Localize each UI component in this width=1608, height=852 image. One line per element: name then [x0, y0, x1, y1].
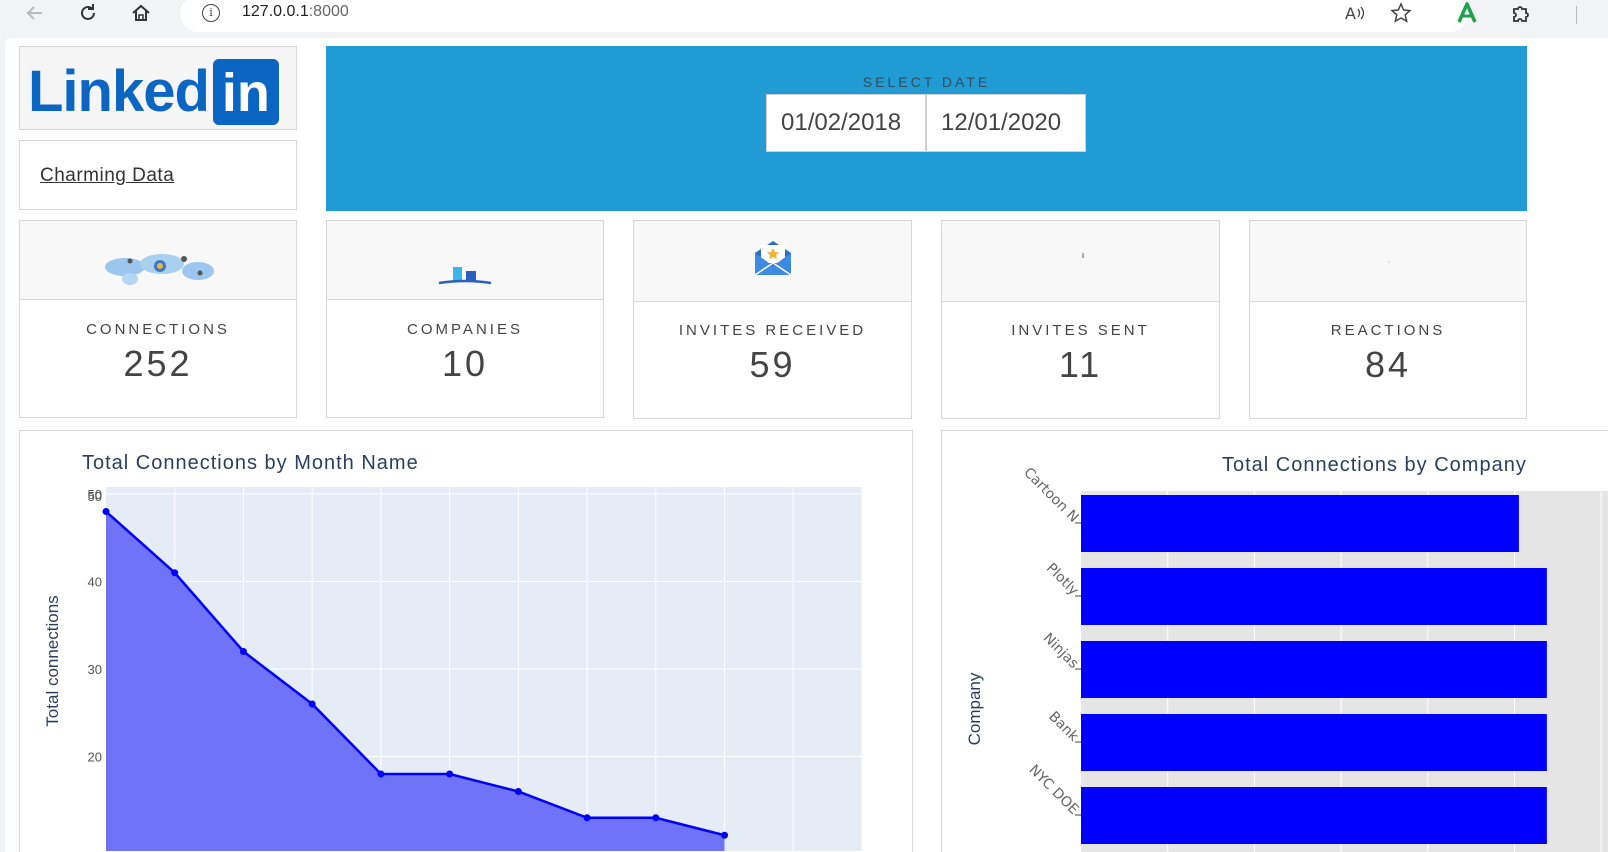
bar [1081, 714, 1547, 771]
kpi-value: 84 [1364, 344, 1412, 385]
extensions-puzzle-icon[interactable] [1506, 0, 1536, 26]
kpi-invites-received: INVITES RECEIVED 59 [633, 220, 912, 419]
envelope-star-icon [754, 241, 792, 276]
category-label: Ninjas [1040, 630, 1082, 672]
date-panel: SELECT DATE 01/02/2018 12/01/2020 [326, 46, 1527, 211]
kpi-label: COMPANIES [407, 321, 523, 338]
invite-sent-icon [1082, 253, 1084, 258]
category-label: NYC DOE [1026, 762, 1082, 818]
logo-card: Linked in [19, 46, 297, 130]
reactions-icon [1388, 261, 1390, 263]
y-tick-label: 50 [88, 489, 102, 504]
link-card: Charming Data [19, 140, 297, 210]
connections-line-chart[interactable]: 2030405050Total Connections by Month Nam… [20, 431, 914, 852]
chart-title: Total Connections by Month Name [82, 452, 419, 474]
y-tick-label: 40 [88, 575, 102, 590]
kpi-icon-area [1250, 221, 1526, 302]
y-tick-label: 20 [88, 750, 102, 765]
bar [1081, 495, 1519, 552]
kpi-invites-sent: INVITES SENT 11 [941, 220, 1220, 419]
world-map-icon [105, 254, 214, 285]
dashboard-page: Linked in Charming Data SELECT DATE 01/0… [5, 38, 1608, 852]
end-date-input[interactable]: 12/01/2020 [926, 94, 1086, 152]
url-port: :8000 [308, 3, 349, 20]
data-point [514, 788, 522, 795]
back-icon[interactable] [20, 0, 50, 26]
kpi-label: INVITES SENT [1011, 322, 1150, 339]
bar [1081, 641, 1547, 698]
category-label: Bank [1045, 709, 1082, 746]
data-point [721, 831, 729, 839]
kpi-icon-area [20, 221, 296, 300]
bar [1081, 568, 1547, 625]
url-text[interactable]: 127.0.0.1:8000 [242, 3, 349, 21]
data-point [239, 648, 247, 655]
data-point [308, 700, 316, 708]
data-point [102, 508, 110, 515]
kpi-icon-area [327, 221, 603, 300]
url-host: 127.0.0.1 [242, 3, 309, 20]
linkedin-logo: Linked in [28, 59, 279, 125]
category-label: Plotly [1043, 560, 1082, 599]
kpi-reactions: REACTIONS 84 [1249, 220, 1527, 419]
read-aloud-icon[interactable]: A [1342, 0, 1368, 26]
start-date-input[interactable]: 01/02/2018 [766, 94, 926, 152]
home-icon[interactable] [126, 0, 156, 26]
chart-title: Total Connections by Company [1222, 454, 1527, 476]
address-bar[interactable]: i 127.0.0.1:8000 A [180, 0, 1468, 32]
svg-text:A: A [1345, 4, 1356, 23]
kpi-companies: COMPANIES 10 [326, 220, 604, 418]
data-point [446, 770, 454, 778]
logo-in-badge: in [212, 59, 279, 125]
toolbar-divider [1576, 6, 1577, 24]
charming-data-link[interactable]: Charming Data [40, 165, 174, 187]
favorite-star-icon[interactable] [1388, 0, 1414, 26]
data-point [171, 569, 179, 577]
reload-icon[interactable] [73, 0, 103, 26]
kpi-label: REACTIONS [1330, 322, 1446, 339]
select-date-label: SELECT DATE [862, 74, 991, 90]
kpi-value: 10 [441, 343, 489, 384]
company-bar-chart[interactable]: Cartoon N Plotly Ninjas Bank NYC DOE Total Co… [942, 431, 1608, 852]
kpi-label: CONNECTIONS [86, 321, 230, 338]
kpi-icon-area [942, 221, 1219, 302]
browser-toolbar: i 127.0.0.1:8000 A [0, 0, 1608, 34]
building-chart-icon [438, 267, 492, 285]
site-info-icon[interactable]: i [202, 4, 220, 22]
logo-wordmark: Linked [28, 59, 210, 124]
bar [1081, 787, 1547, 844]
data-point [652, 814, 660, 822]
kpi-value: 59 [749, 344, 796, 385]
connections-by-month-card: 20 30 40 50 50 Total Connections by Month Nam… [19, 430, 913, 852]
connections-by-company-card: Cartoon N Plotly Ninjas Bank NYC DOE Total Co… [941, 430, 1608, 852]
category-label: Cartoon N [1020, 465, 1081, 526]
y-axis-label: Total connections [43, 595, 62, 726]
data-point [377, 770, 385, 778]
data-point [583, 814, 591, 822]
kpi-icon-area [634, 221, 911, 302]
kpi-value: 11 [1058, 344, 1103, 385]
kpi-value: 252 [123, 343, 193, 384]
y-tick-label: 30 [88, 662, 102, 677]
y-axis-label: Company [965, 672, 984, 745]
kpi-label: INVITES RECEIVED [678, 322, 867, 339]
extension-a-icon[interactable] [1452, 0, 1482, 26]
kpi-connections: CONNECTIONS 252 [19, 220, 297, 418]
